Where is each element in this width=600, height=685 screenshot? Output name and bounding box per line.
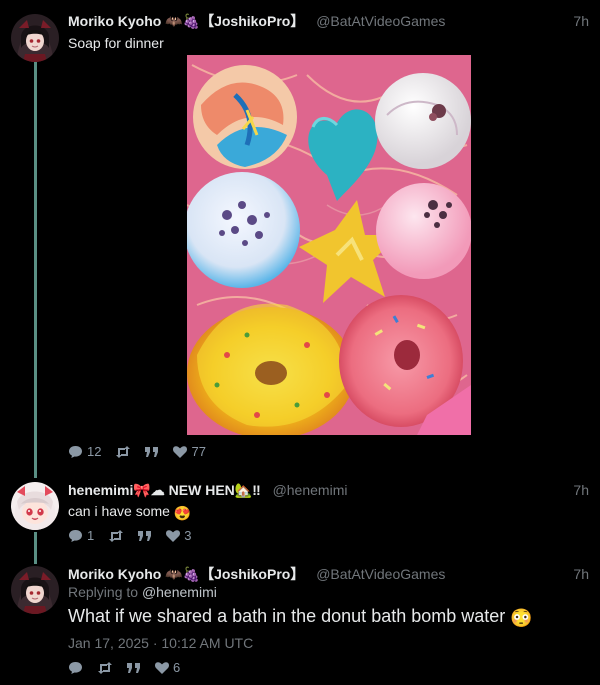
like-count: 6 [173,660,181,675]
quote-icon [127,663,141,673]
replying-mention[interactable]: @henemimi [142,584,217,600]
quote-button[interactable] [138,531,152,541]
retweet-icon [108,530,124,542]
retweet-button[interactable] [97,662,113,674]
retweet-button[interactable] [108,530,124,542]
handle[interactable]: @BatAtVideoGames [316,13,445,29]
like-button[interactable]: 6 [155,660,180,676]
reply-count: 1 [87,528,95,543]
avatar[interactable] [11,482,59,530]
tweet-text: What if we shared a bath in the donut ba… [68,606,506,626]
tweet-image[interactable] [187,55,471,435]
display-name[interactable]: Moriko Kyoho 🦇🍇【JoshikoPro】 [68,566,304,582]
tweet-timestamp[interactable]: Jan 17, 2025 · 10:12 AM UTC [68,634,253,652]
tweet-time[interactable]: 7h [573,565,589,583]
replying-to: Replying to @henemimi [68,583,217,601]
heart-icon [155,662,169,674]
tweet-text: can i have some [68,503,170,519]
quote-icon [138,531,152,541]
emoji: 😳 [510,608,533,628]
quote-button[interactable] [145,447,159,457]
tweet-actions: 6 [68,660,194,676]
retweet-icon [97,662,113,674]
replying-prefix: Replying to [68,584,139,600]
reply-icon [68,661,83,675]
retweet-icon [115,446,131,458]
tweet-actions: 1 3 [68,528,205,544]
like-button[interactable]: 3 [166,528,191,544]
reply-button[interactable] [68,661,83,675]
like-count: 77 [191,444,206,459]
tweet-time[interactable]: 7h [573,481,589,499]
retweet-button[interactable] [115,446,131,458]
tweet-text-row: What if we shared a bath in the donut ba… [68,605,533,629]
heart-icon [166,530,181,542]
tweet-3[interactable]: Moriko Kyoho 🦇🍇【JoshikoPro】 @BatAtVideoG… [0,565,600,680]
avatar[interactable] [11,14,59,62]
tweet-1[interactable]: Moriko Kyoho 🦇🍇【JoshikoPro】 @BatAtVideoG… [0,12,600,462]
tweet-actions: 12 77 [68,444,220,460]
display-name[interactable]: Moriko Kyoho 🦇🍇【JoshikoPro】 [68,13,304,29]
reply-button[interactable]: 1 [68,528,94,544]
like-button[interactable]: 77 [173,444,206,460]
like-count: 3 [184,528,192,543]
reply-icon [68,445,83,459]
tweet-text-row: can i have some 😍 [68,502,191,522]
avatar[interactable] [11,566,59,614]
handle[interactable]: @henemimi [273,482,348,498]
tweet-time[interactable]: 7h [573,12,589,30]
handle[interactable]: @BatAtVideoGames [316,566,445,582]
reply-icon [68,529,83,543]
bath-bombs-photo [187,55,471,435]
tweet-2[interactable]: henemimi🎀☁ NEW HEN🏡‼ @henemimi 7h can i … [0,481,600,551]
heart-icon [173,446,188,458]
emoji: 😍 [173,505,192,521]
reply-button[interactable]: 12 [68,444,101,460]
tweet-text: Soap for dinner [68,35,164,51]
quote-button[interactable] [127,663,141,673]
reply-count: 12 [87,444,102,459]
display-name[interactable]: henemimi🎀☁ NEW HEN🏡‼ [68,482,261,498]
quote-icon [145,447,159,457]
